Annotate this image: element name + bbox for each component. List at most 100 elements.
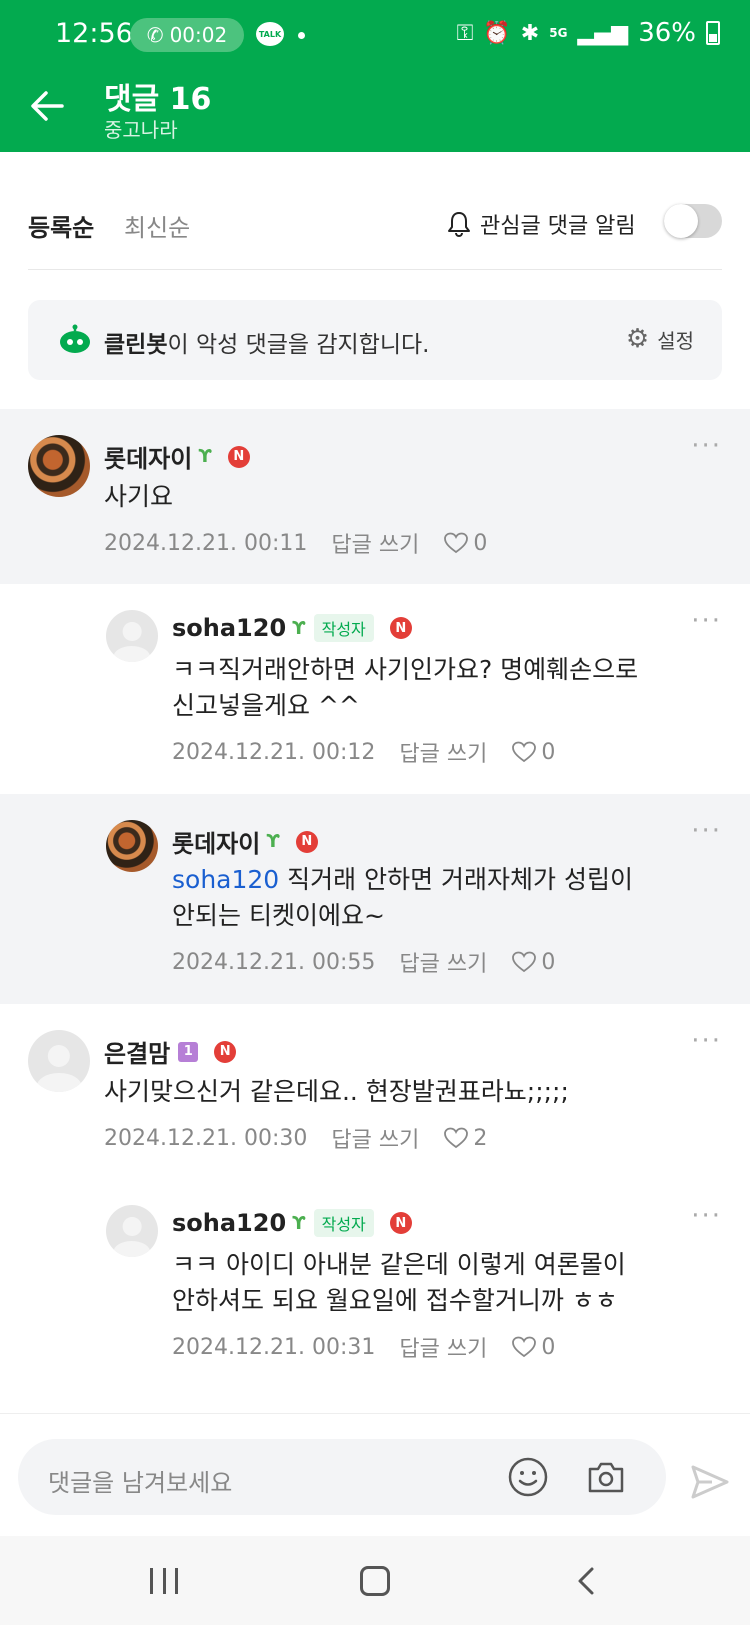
nickname: soha120 [172,614,287,642]
like-button[interactable]: 2 [443,1126,487,1151]
reply-button[interactable]: 답글 쓰기 [331,527,419,559]
comment-text-part: 직거래 안하면 거래자체가 성립이 [279,865,633,894]
network-icon: 5G [549,26,568,40]
call-timer: 00:02 [169,23,228,47]
nickname: soha120 [172,1209,287,1237]
comment-notify: 관심글 댓글 알림 [446,208,636,240]
comment-meta: 2024.12.21. 00:11 답글 쓰기 0 [104,527,487,559]
camera-icon[interactable] [584,1455,628,1499]
signal-icon: ▂▄▆ [577,20,629,46]
like-button[interactable]: 0 [443,531,487,556]
home-icon[interactable] [360,1566,390,1596]
comment-text: ㅋㅋ 아이디 아내분 같은데 이렇게 여론몰이 안하셔도 되요 월요일에 접수할… [172,1247,626,1319]
n-badge: N [227,445,250,468]
reply-button[interactable]: 답글 쓰기 [399,946,487,978]
comment-input-bar: 댓글을 남겨보세요 [0,1413,750,1536]
comment-text-line: ㅋㅋ 아이디 아내분 같은데 이렇게 여론몰이 [172,1250,626,1279]
sprout-icon: ϒ [292,617,306,639]
nav-back-icon[interactable] [576,1566,596,1596]
emoji-icon[interactable] [506,1455,550,1499]
cleanbot-desc: 이 악성 댓글을 감지합니다. [167,332,430,358]
comment-text-line: ㅋㅋ직거래안하면 사기인가요? 명예훼손으로 [172,655,639,684]
more-options-icon[interactable]: ··· [691,1026,722,1056]
more-options-icon[interactable]: ··· [691,1201,722,1231]
key-icon: ⚿ [456,20,474,46]
avatar[interactable] [28,1030,90,1092]
sprout-icon: ϒ [198,446,212,467]
comment-date: 2024.12.21. 00:12 [172,739,376,765]
like-button[interactable]: 0 [511,740,555,765]
nickname: 은결맘 [104,1040,171,1068]
mention-link[interactable]: soha120 [172,865,279,894]
recents-icon[interactable] [150,1568,178,1594]
n-badge: N [389,1212,412,1234]
sort-by-registration[interactable]: 등록순 [28,208,94,243]
system-nav-bar [0,1536,750,1625]
comment-text: ㅋㅋ직거래안하면 사기인가요? 명예훼손으로 신고넣을게요 ^^ [172,652,638,724]
sort-by-newest[interactable]: 최신순 [124,208,190,243]
phone-icon: ✆ [146,23,164,47]
page-subtitle: 중고나라 [104,118,178,142]
app-bar: 댓글 16 중고나라 [0,70,750,152]
comment-text: 사기요 [104,482,174,511]
status-icons: ⚿ ⏰ ✱ 5G ▂▄▆ 36% [457,18,720,48]
cleanbot-settings-button[interactable]: ⚙ 설정 [626,324,694,354]
n-badge: N [214,1040,237,1063]
like-button[interactable]: 0 [511,950,555,975]
gear-icon: ⚙ [625,324,650,354]
like-button[interactable]: 0 [511,1335,555,1360]
status-bar: 12:56 ✆ 00:02 TALK ⚿ ⏰ ✱ 5G ▂▄▆ 36% [0,0,750,70]
reply-item: soha120 ϒ 작성자 N ··· ㅋㅋ직거래안하면 사기인가요? 명예훼손… [0,584,750,794]
comment-author[interactable]: 롯데자이 ϒ N [104,439,250,474]
comment-text-line: 안되는 티켓이에요~ [172,901,385,930]
back-arrow-icon[interactable] [26,84,70,128]
like-count: 0 [541,739,556,765]
comment-input[interactable]: 댓글을 남겨보세요 [18,1439,666,1515]
status-time: 12:56 [55,18,133,49]
avatar[interactable] [106,820,158,872]
send-icon[interactable] [690,1464,730,1500]
more-options-icon[interactable]: ··· [691,606,722,636]
reply-button[interactable]: 답글 쓰기 [399,1331,487,1363]
reply-button[interactable]: 답글 쓰기 [331,1122,419,1154]
author-badge: 작성자 [313,614,374,642]
avatar[interactable] [106,1205,158,1257]
n-badge: N [295,830,318,853]
heart-icon [512,1336,537,1358]
notify-toggle[interactable] [664,204,722,238]
comment-input-placeholder: 댓글을 남겨보세요 [48,1469,233,1497]
avatar[interactable] [28,435,90,497]
bluetooth-icon: ✱ [520,20,540,46]
cleanbot-name: 클린봇 [104,332,168,358]
comment-meta: 2024.12.21. 00:30 답글 쓰기 2 [104,1122,487,1154]
more-options-icon[interactable]: ··· [691,431,722,461]
comment-meta: 2024.12.21. 00:55 답글 쓰기 0 [172,946,555,978]
alarm-icon: ⏰ [483,20,511,46]
comment-item: 롯데자이 ϒ N ··· 사기요 2024.12.21. 00:11 답글 쓰기… [0,409,750,584]
comment-text-line: soha120 직거래 안하면 거래자체가 성립이 [172,862,633,898]
comment-author[interactable]: soha120 ϒ 작성자 N [172,614,412,642]
battery-level: 36% [638,18,696,48]
comment-date: 2024.12.21. 00:55 [172,949,376,975]
toggle-knob [664,204,698,238]
comment-author[interactable]: 은결맘 1 N [104,1034,237,1069]
reply-item: 롯데자이 ϒ N ··· soha120 직거래 안하면 거래자체가 성립이 안… [0,794,750,1004]
heart-icon [444,532,469,554]
avatar[interactable] [106,610,158,662]
reply-button[interactable]: 답글 쓰기 [399,736,487,768]
divider [28,269,722,270]
call-indicator[interactable]: ✆ 00:02 [130,18,244,52]
settings-label: 설정 [657,328,694,353]
notify-label: 관심글 댓글 알림 [480,214,636,239]
comment-author[interactable]: soha120 ϒ 작성자 N [172,1209,412,1237]
sort-bar: 등록순 최신순 관심글 댓글 알림 [0,152,750,270]
like-count: 0 [541,949,556,975]
heart-icon [444,1127,469,1149]
grade-badge: 1 [178,1041,199,1062]
author-badge: 작성자 [313,1209,374,1237]
more-options-icon[interactable]: ··· [691,816,722,846]
cleanbot-message: 클린봇이 악성 댓글을 감지합니다. [104,325,430,359]
battery-icon [706,21,720,45]
comment-author[interactable]: 롯데자이 ϒ N [172,824,318,859]
comment-date: 2024.12.21. 00:11 [104,530,308,556]
